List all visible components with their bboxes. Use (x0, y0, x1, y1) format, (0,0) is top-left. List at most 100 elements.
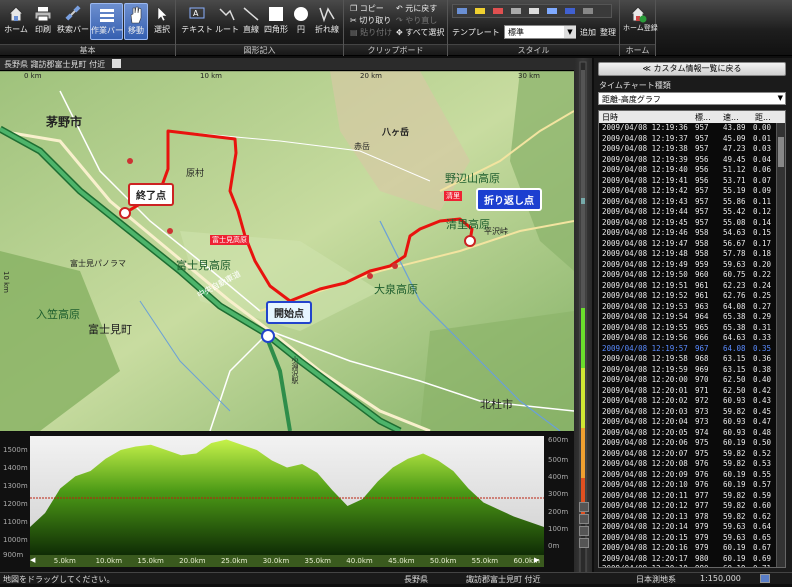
circle-tool-button[interactable]: 円 (290, 3, 312, 40)
turn-point-pin[interactable] (464, 235, 476, 247)
table-row[interactable]: 2009/04/08 12:19:54 964 65.38 0.29 (599, 312, 785, 323)
table-row[interactable]: 2009/04/08 12:20:02 972 60.93 0.43 (599, 396, 785, 407)
work-bar-button[interactable]: 作業バー (90, 3, 123, 40)
table-cell: 975 (695, 448, 709, 458)
table-row[interactable]: 2009/04/08 12:19:50 960 60.75 0.22 (599, 270, 785, 281)
polyline-tool-button[interactable]: 折れ線 (313, 3, 341, 40)
table-row[interactable]: 2009/04/08 12:19:44 957 55.42 0.12 (599, 207, 785, 218)
table-row[interactable]: 2009/04/08 12:20:08 976 59.82 0.53 (599, 459, 785, 470)
marker-start[interactable]: 開始点 (266, 301, 312, 324)
table-row[interactable]: 2009/04/08 12:19:57 967 64.08 0.35 (599, 344, 785, 355)
table-row[interactable]: 2009/04/08 12:19:56 966 64.63 0.33 (599, 333, 785, 344)
home-icon (7, 6, 25, 22)
table-scrollbar[interactable] (776, 123, 785, 567)
table-row[interactable]: 2009/04/08 12:20:05 974 60.93 0.48 (599, 428, 785, 439)
view-table-icon[interactable] (579, 526, 589, 536)
table-row[interactable]: 2009/04/08 12:19:36 957 43.89 0.00 (599, 123, 785, 134)
table-row[interactable]: 2009/04/08 12:19:55 965 65.38 0.31 (599, 323, 785, 334)
move-button[interactable]: 移動 (124, 3, 148, 40)
table-row[interactable]: 2009/04/08 12:20:07 975 59.82 0.52 (599, 449, 785, 460)
chevron-down-icon[interactable]: ▼ (564, 26, 576, 38)
view-list-icon[interactable] (579, 514, 589, 524)
end-point-pin[interactable] (119, 207, 131, 219)
select-button[interactable]: 選択 (150, 3, 174, 40)
table-row[interactable]: 2009/04/08 12:20:09 976 60.19 0.55 (599, 470, 785, 481)
table-row[interactable]: 2009/04/08 12:20:12 977 59.82 0.60 (599, 501, 785, 512)
scroll-thumb[interactable] (778, 137, 784, 167)
table-row[interactable]: 2009/04/08 12:19:40 956 51.12 0.06 (599, 165, 785, 176)
scroll-right-icon[interactable]: ▶ (534, 556, 544, 566)
template-organize-button[interactable]: 整理 (600, 27, 616, 38)
undo-button[interactable]: ↶ 元に戻す (396, 3, 437, 14)
table-row[interactable]: 2009/04/08 12:19:47 958 56.67 0.17 (599, 239, 785, 250)
rect-tool-button[interactable]: 四角形 (262, 3, 290, 40)
table-row[interactable]: 2009/04/08 12:20:00 970 62.50 0.40 (599, 375, 785, 386)
table-cell: 2009/04/08 12:19:43 (602, 196, 688, 206)
copy-button[interactable]: ❐ コピー (350, 3, 384, 14)
home-register-button[interactable]: ホーム登録 (623, 3, 658, 40)
table-row[interactable]: 2009/04/08 12:20:11 977 59.82 0.59 (599, 491, 785, 502)
view-chart-icon[interactable] (579, 538, 589, 548)
chart-type-select[interactable]: 距離-高度グラフ ▼ (598, 92, 786, 105)
table-row[interactable]: 2009/04/08 12:19:59 969 63.15 0.38 (599, 365, 785, 376)
table-row[interactable]: 2009/04/08 12:19:49 959 59.63 0.20 (599, 260, 785, 271)
col-distance[interactable]: 距... (755, 112, 771, 123)
scroll-left-icon[interactable]: ◀ (30, 556, 40, 566)
profile-view-buttons[interactable] (578, 500, 590, 570)
table-row[interactable]: 2009/04/08 12:19:52 961 62.76 0.25 (599, 291, 785, 302)
page-icon[interactable] (111, 59, 121, 68)
table-row[interactable]: 2009/04/08 12:19:53 963 64.08 0.27 (599, 302, 785, 313)
tick-r-100m: 100m (548, 525, 569, 533)
route-tool-button[interactable]: ルート (214, 3, 240, 40)
start-point-pin[interactable] (261, 329, 275, 343)
table-row[interactable]: 2009/04/08 12:20:18 980 60.19 0.71 (599, 564, 785, 567)
table-row[interactable]: 2009/04/08 12:19:45 957 55.08 0.14 (599, 218, 785, 229)
table-row[interactable]: 2009/04/08 12:19:43 957 55.86 0.11 (599, 197, 785, 208)
select-all-button[interactable]: ✥ すべて選択 (396, 27, 444, 38)
track-data-table[interactable]: 日時 標... 速... 距... 2009/04/08 12:19:36 957… (598, 110, 786, 568)
table-row[interactable]: 2009/04/08 12:20:03 973 59.82 0.45 (599, 407, 785, 418)
gps-bar-button[interactable]: 秩索バー (57, 3, 89, 40)
text-tool-button[interactable]: A テキスト (180, 3, 214, 40)
table-row[interactable]: 2009/04/08 12:19:37 957 45.09 0.01 (599, 134, 785, 145)
cut-button[interactable]: ✂ 切り取り (350, 15, 391, 26)
table-row[interactable]: 2009/04/08 12:20:04 973 60.93 0.47 (599, 417, 785, 428)
marker-end[interactable]: 終了点 (128, 183, 174, 206)
table-row[interactable]: 2009/04/08 12:20:17 980 60.19 0.69 (599, 554, 785, 565)
table-row[interactable]: 2009/04/08 12:19:39 956 49.45 0.04 (599, 155, 785, 166)
table-cell: 60.75 (723, 270, 746, 279)
table-cell: 961 (695, 291, 709, 300)
table-row[interactable]: 2009/04/08 12:19:48 958 57.78 0.18 (599, 249, 785, 260)
table-row[interactable]: 2009/04/08 12:20:13 978 59.82 0.62 (599, 512, 785, 523)
redo-button[interactable]: ↷ やり直し (396, 15, 437, 26)
marker-turnaround[interactable]: 折り返し点 (476, 188, 542, 211)
table-cell: 56.67 (723, 238, 746, 248)
table-cell: 2009/04/08 12:20:16 (602, 543, 688, 552)
line-tool-button[interactable]: 直線 (240, 3, 262, 40)
home-button[interactable]: ホーム (3, 3, 29, 40)
table-row[interactable]: 2009/04/08 12:19:51 961 62.23 0.24 (599, 281, 785, 292)
back-to-list-button[interactable]: ≪ カスタム情報一覧に戻る (598, 62, 786, 76)
view-grid-icon[interactable] (579, 502, 589, 512)
col-elevation[interactable]: 標... (695, 112, 711, 123)
elevation-profile[interactable]: 1500m 1400m 1300m 1200m 1100m 1000m 900m… (0, 432, 589, 572)
table-row[interactable]: 2009/04/08 12:20:16 979 60.19 0.67 (599, 543, 785, 554)
col-speed[interactable]: 速... (723, 112, 739, 123)
table-row[interactable]: 2009/04/08 12:19:38 957 47.23 0.03 (599, 144, 785, 155)
table-row[interactable]: 2009/04/08 12:20:10 976 60.19 0.57 (599, 480, 785, 491)
table-row[interactable]: 2009/04/08 12:19:42 957 55.19 0.09 (599, 186, 785, 197)
table-row[interactable]: 2009/04/08 12:20:06 975 60.19 0.50 (599, 438, 785, 449)
table-row[interactable]: 2009/04/08 12:20:15 979 59.63 0.65 (599, 533, 785, 544)
template-add-button[interactable]: 追加 (580, 27, 596, 38)
table-row[interactable]: 2009/04/08 12:20:01 971 62.50 0.42 (599, 386, 785, 397)
col-datetime[interactable]: 日時 (602, 112, 618, 123)
table-row[interactable]: 2009/04/08 12:20:14 979 59.63 0.64 (599, 522, 785, 533)
print-button[interactable]: 印刷 (30, 3, 56, 40)
table-row[interactable]: 2009/04/08 12:19:58 968 63.15 0.36 (599, 354, 785, 365)
paste-button[interactable]: ▤ 貼り付け (350, 27, 392, 38)
topographic-map[interactable]: 0 km 10 km 20 km 30 km 10 km 茅野市 八ヶ岳 赤岳 … (0, 71, 574, 431)
table-row[interactable]: 2009/04/08 12:19:41 956 53.71 0.07 (599, 176, 785, 187)
table-cell: 0.65 (753, 532, 772, 542)
status-info-icon[interactable] (760, 574, 770, 583)
table-row[interactable]: 2009/04/08 12:19:46 958 54.63 0.15 (599, 228, 785, 239)
